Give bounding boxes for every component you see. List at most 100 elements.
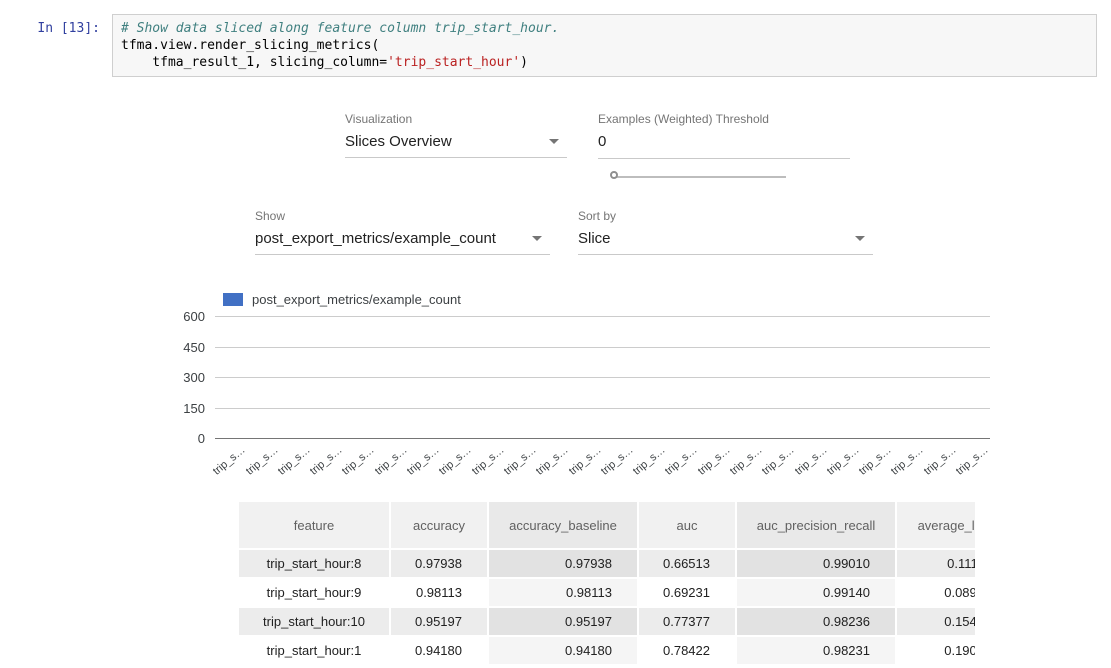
- x-tick-slot: trip_s…: [344, 441, 376, 489]
- threshold-input[interactable]: [598, 133, 850, 150]
- x-tick-slot: trip_s…: [280, 441, 312, 489]
- metrics-table: featureaccuracyaccuracy_baselineaucauc_p…: [237, 500, 975, 668]
- x-tick-slot: trip_s…: [893, 441, 925, 489]
- feature-cell: trip_start_hour:10: [239, 608, 389, 635]
- x-tick-label: trip_s…: [566, 444, 603, 478]
- show-label: Show: [255, 209, 550, 223]
- table-row: trip_start_hour:10.941800.941800.784220.…: [239, 637, 975, 664]
- metric-cell: 0.99010: [737, 550, 895, 577]
- table-header-row: featureaccuracyaccuracy_baselineaucauc_p…: [239, 502, 975, 548]
- x-tick-label: trip_s…: [857, 444, 894, 478]
- x-tick-slot: trip_s…: [958, 441, 990, 489]
- code-editor[interactable]: # Show data sliced along feature column …: [112, 14, 1097, 77]
- x-tick-slot: trip_s…: [409, 441, 441, 489]
- x-tick-slot: trip_s…: [376, 441, 408, 489]
- gridline: [215, 408, 990, 409]
- x-tick-label: trip_s…: [889, 444, 926, 478]
- x-tick-slot: trip_s…: [699, 441, 731, 489]
- metric-cell: 0.97938: [489, 550, 637, 577]
- feature-cell: trip_start_hour:1: [239, 637, 389, 664]
- metric-cell: 0.98113: [391, 579, 487, 606]
- cell-prompt: In [13]:: [0, 14, 112, 77]
- show-select[interactable]: post_export_metrics/example_count: [255, 230, 550, 255]
- visualization-label: Visualization: [345, 112, 567, 126]
- plot-area: [215, 317, 990, 439]
- code-segment-plain: ): [520, 55, 528, 70]
- gridline: [215, 316, 990, 317]
- x-tick-label: trip_s…: [405, 444, 442, 478]
- feature-cell: trip_start_hour:9: [239, 579, 389, 606]
- x-tick-label: trip_s…: [825, 444, 862, 478]
- code-line: tfma.view.render_slicing_metrics(: [121, 37, 1088, 54]
- metric-cell: 0.1901: [897, 637, 975, 664]
- x-tick-label: trip_s…: [243, 444, 280, 478]
- y-tick-label: 450: [120, 340, 205, 356]
- sort-select[interactable]: Slice: [578, 230, 873, 255]
- table-row: trip_start_hour:80.979380.979380.665130.…: [239, 550, 975, 577]
- x-tick-slot: trip_s…: [796, 441, 828, 489]
- column-header[interactable]: accuracy_baseline: [489, 502, 637, 548]
- metric-cell: 0.69231: [639, 579, 735, 606]
- show-value: post_export_metrics/example_count: [255, 230, 550, 247]
- metric-cell: 0.95197: [489, 608, 637, 635]
- code-cell-row: In [13]: # Show data sliced along featur…: [0, 14, 1097, 77]
- x-tick-label: trip_s…: [760, 444, 797, 478]
- x-tick-label: trip_s…: [373, 444, 410, 478]
- column-header[interactable]: auc_precision_recall: [737, 502, 895, 548]
- table-row: trip_start_hour:100.951970.951970.773770…: [239, 608, 975, 635]
- code-segment-plain: tfma.view.render_slicing_metrics(: [121, 38, 379, 53]
- x-tick-slot: trip_s…: [635, 441, 667, 489]
- x-axis-labels: trip_s…trip_s…trip_s…trip_s…trip_s…trip_…: [215, 441, 990, 489]
- metric-cell: 0.1111: [897, 550, 975, 577]
- x-tick-slot: trip_s…: [506, 441, 538, 489]
- x-tick-slot: trip_s…: [667, 441, 699, 489]
- metrics-table-el: featureaccuracyaccuracy_baselineaucauc_p…: [237, 500, 975, 666]
- x-tick-slot: trip_s…: [473, 441, 505, 489]
- table-row: trip_start_hour:90.981130.981130.692310.…: [239, 579, 975, 606]
- chevron-down-icon[interactable]: [532, 236, 542, 241]
- feature-cell: trip_start_hour:8: [239, 550, 389, 577]
- metric-cell: 0.0892: [897, 579, 975, 606]
- slider-track[interactable]: [616, 176, 786, 178]
- y-tick-label: 0: [120, 431, 205, 447]
- x-tick-slot: trip_s…: [861, 441, 893, 489]
- x-tick-slot: trip_s…: [570, 441, 602, 489]
- metric-cell: 0.99140: [737, 579, 895, 606]
- x-tick-label: trip_s…: [211, 444, 248, 478]
- slices-bar-chart: trip_s…trip_s…trip_s…trip_s…trip_s…trip_…: [0, 300, 1000, 495]
- code-line: # Show data sliced along feature column …: [121, 20, 1088, 37]
- metric-cell: 0.94180: [489, 637, 637, 664]
- chevron-down-icon[interactable]: [549, 139, 559, 144]
- x-tick-label: trip_s…: [340, 444, 377, 478]
- code-lines: # Show data sliced along feature column …: [121, 20, 1088, 71]
- y-tick-label: 600: [120, 309, 205, 325]
- show-metric-dropdown: Show post_export_metrics/example_count: [255, 209, 550, 255]
- code-line: tfma_result_1, slicing_column='trip_star…: [121, 54, 1088, 71]
- x-tick-label: trip_s…: [631, 444, 668, 478]
- x-tick-label: trip_s…: [469, 444, 506, 478]
- x-tick-label: trip_s…: [502, 444, 539, 478]
- threshold-field[interactable]: [598, 133, 850, 159]
- visualization-select[interactable]: Slices Overview: [345, 133, 567, 158]
- column-header[interactable]: feature: [239, 502, 389, 548]
- slider-knob[interactable]: [610, 171, 618, 179]
- chevron-down-icon[interactable]: [855, 236, 865, 241]
- column-header[interactable]: average_los: [897, 502, 975, 548]
- code-segment-string: 'trip_start_hour': [387, 55, 520, 70]
- metric-cell: 0.98231: [737, 637, 895, 664]
- threshold-slider[interactable]: [610, 171, 786, 183]
- threshold-label: Examples (Weighted) Threshold: [598, 112, 850, 126]
- code-segment-plain: tfma_result_1, slicing_column=: [121, 55, 387, 70]
- gridline: [215, 347, 990, 348]
- column-header[interactable]: auc: [639, 502, 735, 548]
- sort-by-dropdown: Sort by Slice: [578, 209, 873, 255]
- sort-value: Slice: [578, 230, 873, 247]
- gridline: [215, 377, 990, 378]
- x-tick-slot: trip_s…: [829, 441, 861, 489]
- x-tick-slot: trip_s…: [732, 441, 764, 489]
- metric-cell: 0.78422: [639, 637, 735, 664]
- x-tick-slot: trip_s…: [441, 441, 473, 489]
- bars: [220, 317, 985, 439]
- metric-cell: 0.77377: [639, 608, 735, 635]
- column-header[interactable]: accuracy: [391, 502, 487, 548]
